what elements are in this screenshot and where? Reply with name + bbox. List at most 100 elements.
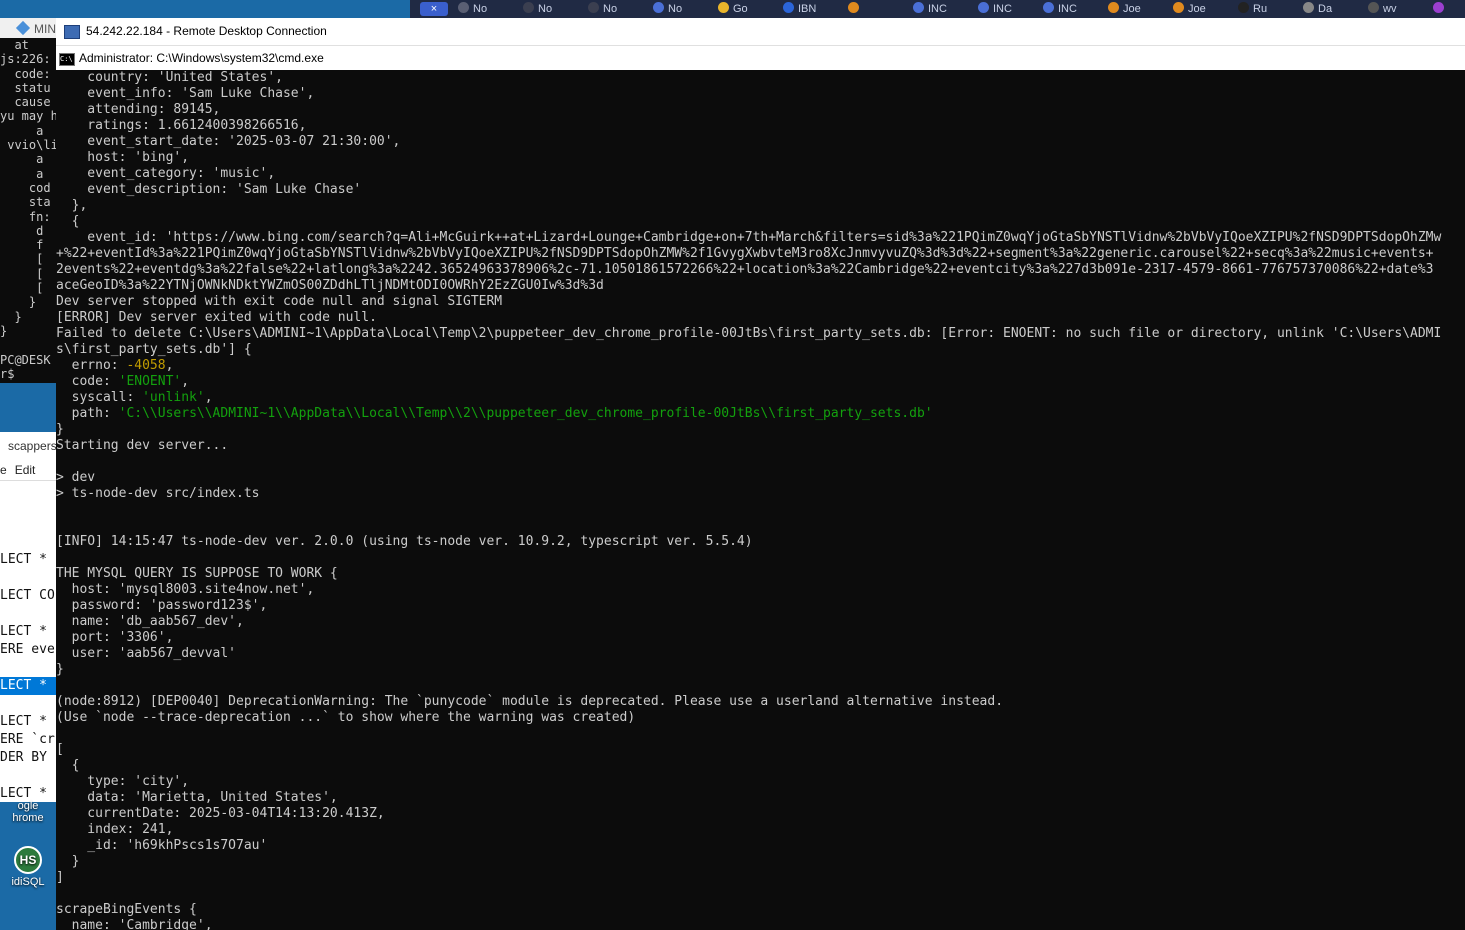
console-line: [ [56, 742, 1441, 758]
desktop-icon-heidisql[interactable]: HS idiSQL [0, 846, 56, 888]
notepad-line: LECT * [0, 677, 58, 695]
console-text: } [56, 662, 64, 677]
remote-tab[interactable] [1433, 2, 1465, 16]
terminal-line: statu [0, 80, 51, 95]
tab-favicon-icon [588, 2, 599, 13]
console-text: > dev [56, 470, 96, 485]
tab-close-button[interactable]: × [420, 2, 448, 16]
console-line: (node:8912) [DEP0040] DeprecationWarning… [56, 694, 1441, 710]
console-line: Starting dev server... [56, 438, 1441, 454]
notepad-menubar: e Edit [0, 460, 58, 481]
console-text: path: [56, 406, 119, 421]
tab-favicon-icon [523, 2, 534, 13]
console-line: currentDate: 2025-03-04T14:13:20.413Z, [56, 806, 1441, 822]
terminal-line: } [0, 323, 8, 338]
console-text: name: 'Cambridge', [56, 918, 213, 930]
console-line: aceGeoID%3a%22YTNjOWNkNDktYWZmOS00ZDdhLT… [56, 278, 1441, 294]
remote-tab[interactable]: No [588, 2, 647, 16]
console-line: code: 'ENOENT', [56, 374, 1441, 390]
console-text: event_category: 'music', [56, 166, 276, 181]
console-text: ratings: 1.6612400398266516, [56, 118, 307, 133]
minimized-window-title[interactable]: MIN [0, 18, 58, 40]
terminal-line: [ [0, 252, 44, 267]
remote-tab[interactable]: No [653, 2, 712, 16]
remote-tab[interactable]: Go [718, 2, 777, 16]
console-text: _id: 'h69khPscs1s7O7au' [56, 838, 268, 853]
desktop-icon-chrome[interactable]: ogle hrome [0, 800, 56, 824]
remote-tab[interactable]: No [458, 2, 517, 16]
tab-favicon-icon [1043, 2, 1054, 13]
console-text: , [181, 374, 190, 389]
console-line: (Use `node --trace-deprecation ...` to s… [56, 710, 1441, 726]
rdp-title-bar[interactable]: 54.242.22.184 - Remote Desktop Connectio… [56, 18, 1465, 46]
remote-tab[interactable]: Joe [1108, 2, 1167, 16]
console-text: -4058 [126, 358, 166, 373]
terminal-line: } [0, 295, 37, 310]
rdp-window-title: 54.242.22.184 - Remote Desktop Connectio… [86, 24, 327, 38]
notepad-window[interactable]: scappers e Edit LECT * LECT CO LECT * ERE ev… [0, 432, 59, 802]
remote-tab[interactable]: Joe [1173, 2, 1232, 16]
notepad-line: LECT * [0, 624, 47, 639]
tab-favicon-icon [458, 2, 469, 13]
remote-tab[interactable] [848, 2, 907, 16]
console-line: [INFO] 14:15:47 ts-node-dev ver. 2.0.0 (… [56, 534, 1441, 550]
console-text: +%22+eventId%3a%221PQimZ0wqYjoGtaSbYNSTl… [56, 246, 1434, 261]
console-line: _id: 'h69khPscs1s7O7au' [56, 838, 1441, 854]
console-text: { [56, 214, 80, 229]
console-line: }, [56, 198, 1441, 214]
remote-tab[interactable]: Da [1303, 2, 1362, 16]
console-line: +%22+eventId%3a%221PQimZ0wqYjoGtaSbYNSTl… [56, 246, 1441, 262]
remote-tab[interactable]: INC [1043, 2, 1102, 16]
console-line: s\first_party_sets.db'] { [56, 342, 1441, 358]
cmd-title-bar[interactable]: C:\ Administrator: C:\Windows\system32\c… [56, 46, 1465, 70]
tab-label: IBN [798, 3, 817, 15]
tab-label: wv [1383, 3, 1397, 15]
tab-favicon-icon [1433, 2, 1444, 13]
remote-tab[interactable]: IBN [783, 2, 842, 16]
local-desktop: MIN at js:226: code: statu cause yu may h … [0, 0, 60, 930]
console-text: data: 'Marietta, United States', [56, 790, 338, 805]
console-text: } [56, 854, 80, 869]
console-text: host: 'bing', [56, 150, 190, 165]
console-line: { [56, 214, 1441, 230]
console-text: }, [56, 198, 88, 213]
notepad-menu-item[interactable]: e [0, 463, 7, 477]
console-line: password: 'password123$', [56, 598, 1441, 614]
terminal-line: PC@DESK [0, 352, 51, 367]
notepad-line: LECT CO [0, 588, 55, 603]
console-text: Dev server stopped with exit code null a… [56, 294, 503, 309]
remote-tab[interactable]: wv [1368, 2, 1427, 16]
console-line: ratings: 1.6612400398266516, [56, 118, 1441, 134]
console-line: scrapeBingEvents { [56, 902, 1441, 918]
console-text: 'ENOENT' [118, 374, 182, 389]
console-line: event_description: 'Sam Luke Chase' [56, 182, 1441, 198]
tab-favicon-icon [1303, 2, 1314, 13]
terminal-line: r$ [0, 366, 15, 381]
tab-label: No [668, 3, 683, 15]
console-line: } [56, 854, 1441, 870]
console-text: [ [56, 742, 64, 757]
remote-tab[interactable]: INC [913, 2, 972, 16]
console-line: > dev [56, 470, 1441, 486]
cmd-console[interactable]: country: 'United States', event_info: 'S… [56, 70, 1465, 930]
notepad-line: LECT * [0, 714, 47, 729]
console-line: port: '3306', [56, 630, 1441, 646]
console-text: > ts-node-dev src/index.ts [56, 486, 260, 501]
notepad-menu-item[interactable]: Edit [15, 463, 36, 477]
tab-favicon-icon [653, 2, 664, 13]
remote-browser-tabstrip: × No No No No Go IBN INC INC INC Joe Joe Ru Da wv [410, 0, 1465, 18]
console-line: [ERROR] Dev server exited with code null… [56, 310, 1441, 326]
tab-label: No [538, 3, 553, 15]
terminal-line: code: [0, 66, 51, 81]
remote-tab[interactable]: Ru [1238, 2, 1297, 16]
remote-tab[interactable]: INC [978, 2, 1037, 16]
console-text: event_info: 'Sam Luke Chase', [56, 86, 315, 101]
remote-tab[interactable]: No [523, 2, 582, 16]
console-line: errno: -4058, [56, 358, 1441, 374]
heidisql-label: idiSQL [11, 876, 45, 888]
console-line: type: 'city', [56, 774, 1441, 790]
tab-label: Joe [1188, 3, 1206, 15]
